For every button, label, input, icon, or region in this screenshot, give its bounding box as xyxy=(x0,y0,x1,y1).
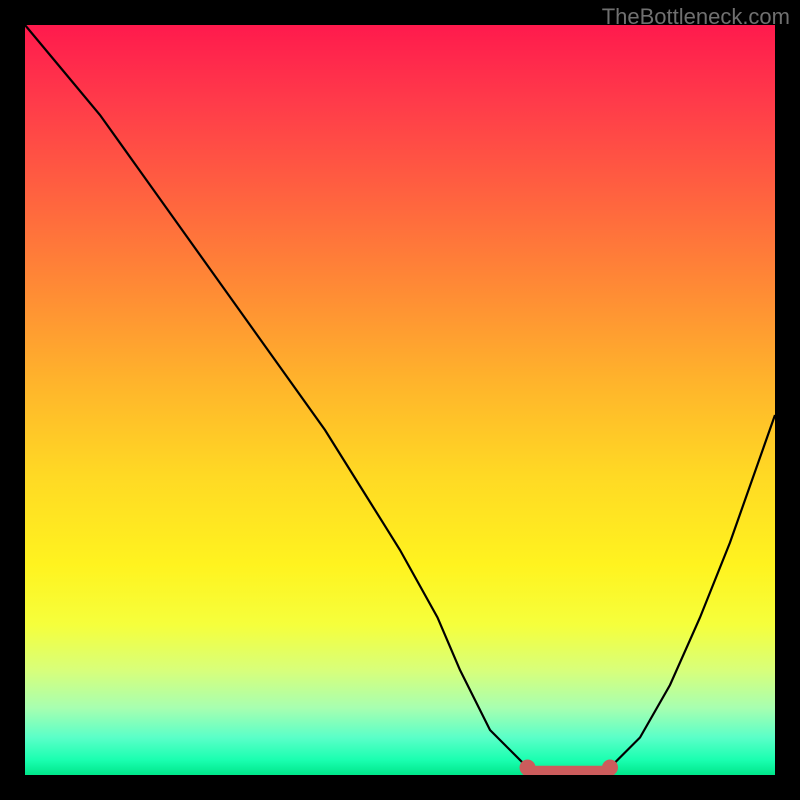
plot-area xyxy=(25,25,775,775)
flat-zone-end-marker xyxy=(602,760,618,776)
chart-svg xyxy=(25,25,775,775)
flat-zone-start-marker xyxy=(520,760,536,776)
bottleneck-curve-path xyxy=(25,25,775,775)
watermark-text: TheBottleneck.com xyxy=(602,4,790,30)
